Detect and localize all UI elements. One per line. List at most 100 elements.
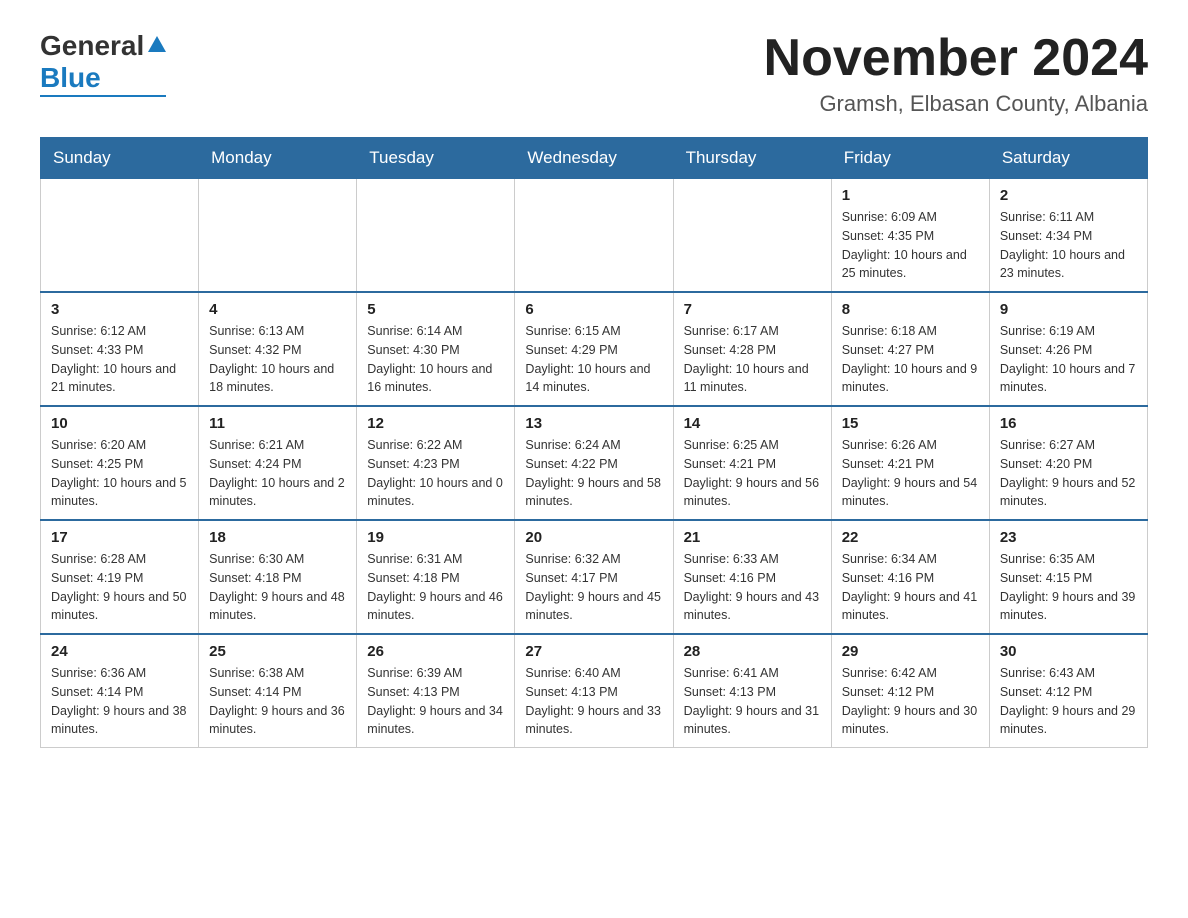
- calendar-cell-2-1: 3 Sunrise: 6:12 AMSunset: 4:33 PMDaylight…: [41, 292, 199, 406]
- day-info: Sunrise: 6:42 AMSunset: 4:12 PMDaylight:…: [842, 664, 979, 739]
- calendar-table: Sunday Monday Tuesday Wednesday Thursday…: [40, 137, 1148, 748]
- calendar-cell-5-7: 30Sunrise: 6:43 AMSunset: 4:12 PMDayligh…: [989, 634, 1147, 748]
- day-info: Sunrise: 6:24 AMSunset: 4:22 PMDaylight:…: [525, 436, 662, 511]
- calendar-cell-1-7: 2 Sunrise: 6:11 AMSunset: 4:34 PMDaylight…: [989, 179, 1147, 293]
- page-header: General Blue November 2024 Gramsh, Elbas…: [40, 30, 1148, 117]
- page-subtitle: Gramsh, Elbasan County, Albania: [764, 91, 1148, 117]
- logo-blue-text: Blue: [40, 62, 101, 94]
- day-number: 27: [525, 643, 662, 660]
- calendar-cell-3-2: 11 Sunrise: 6:21 AMSunset: 4:24 PMDayligh…: [199, 406, 357, 520]
- col-wednesday: Wednesday: [515, 138, 673, 179]
- calendar-cell-1-1: [41, 179, 199, 293]
- calendar-week-1: 1 Sunrise: 6:09 AMSunset: 4:35 PMDaylight…: [41, 179, 1148, 293]
- day-number: 18: [209, 529, 346, 546]
- day-number: 26: [367, 643, 504, 660]
- logo: General Blue: [40, 30, 166, 97]
- calendar-cell-5-5: 28 Sunrise: 6:41 AMSunset: 4:13 PMDayligh…: [673, 634, 831, 748]
- day-info: Sunrise: 6:19 AMSunset: 4:26 PMDaylight:…: [1000, 322, 1137, 397]
- calendar-cell-5-3: 26 Sunrise: 6:39 AMSunset: 4:13 PMDayligh…: [357, 634, 515, 748]
- col-sunday: Sunday: [41, 138, 199, 179]
- day-number: 15: [842, 415, 979, 432]
- calendar-cell-4-4: 20 Sunrise: 6:32 AMSunset: 4:17 PMDayligh…: [515, 520, 673, 634]
- calendar-cell-1-5: [673, 179, 831, 293]
- calendar-cell-1-6: 1 Sunrise: 6:09 AMSunset: 4:35 PMDaylight…: [831, 179, 989, 293]
- col-friday: Friday: [831, 138, 989, 179]
- day-info: Sunrise: 6:22 AMSunset: 4:23 PMDaylight:…: [367, 436, 504, 511]
- calendar-cell-3-5: 14Sunrise: 6:25 AMSunset: 4:21 PMDayligh…: [673, 406, 831, 520]
- calendar-cell-5-1: 24 Sunrise: 6:36 AMSunset: 4:14 PMDayligh…: [41, 634, 199, 748]
- day-info: Sunrise: 6:14 AMSunset: 4:30 PMDaylight:…: [367, 322, 504, 397]
- calendar-cell-2-7: 9Sunrise: 6:19 AMSunset: 4:26 PMDaylight…: [989, 292, 1147, 406]
- day-number: 24: [51, 643, 188, 660]
- calendar-cell-3-6: 15Sunrise: 6:26 AMSunset: 4:21 PMDayligh…: [831, 406, 989, 520]
- day-info: Sunrise: 6:18 AMSunset: 4:27 PMDaylight:…: [842, 322, 979, 397]
- day-info: Sunrise: 6:38 AMSunset: 4:14 PMDaylight:…: [209, 664, 346, 739]
- day-number: 13: [525, 415, 662, 432]
- col-saturday: Saturday: [989, 138, 1147, 179]
- day-info: Sunrise: 6:20 AMSunset: 4:25 PMDaylight:…: [51, 436, 188, 511]
- day-info: Sunrise: 6:27 AMSunset: 4:20 PMDaylight:…: [1000, 436, 1137, 511]
- day-number: 16: [1000, 415, 1137, 432]
- day-info: Sunrise: 6:34 AMSunset: 4:16 PMDaylight:…: [842, 550, 979, 625]
- day-info: Sunrise: 6:39 AMSunset: 4:13 PMDaylight:…: [367, 664, 504, 739]
- day-number: 23: [1000, 529, 1137, 546]
- day-number: 25: [209, 643, 346, 660]
- day-number: 3: [51, 301, 188, 318]
- day-number: 12: [367, 415, 504, 432]
- day-info: Sunrise: 6:35 AMSunset: 4:15 PMDaylight:…: [1000, 550, 1137, 625]
- day-info: Sunrise: 6:13 AMSunset: 4:32 PMDaylight:…: [209, 322, 346, 397]
- day-info: Sunrise: 6:36 AMSunset: 4:14 PMDaylight:…: [51, 664, 188, 739]
- logo-underline: [40, 95, 166, 97]
- calendar-cell-1-2: [199, 179, 357, 293]
- day-number: 1: [842, 187, 979, 204]
- page-title: November 2024: [764, 30, 1148, 87]
- title-area: November 2024 Gramsh, Elbasan County, Al…: [764, 30, 1148, 117]
- col-tuesday: Tuesday: [357, 138, 515, 179]
- calendar-cell-3-4: 13 Sunrise: 6:24 AMSunset: 4:22 PMDayligh…: [515, 406, 673, 520]
- day-number: 29: [842, 643, 979, 660]
- calendar-week-4: 17Sunrise: 6:28 AMSunset: 4:19 PMDayligh…: [41, 520, 1148, 634]
- day-number: 22: [842, 529, 979, 546]
- calendar-cell-4-6: 22 Sunrise: 6:34 AMSunset: 4:16 PMDayligh…: [831, 520, 989, 634]
- calendar-cell-4-1: 17Sunrise: 6:28 AMSunset: 4:19 PMDayligh…: [41, 520, 199, 634]
- calendar-cell-2-4: 6Sunrise: 6:15 AMSunset: 4:29 PMDaylight…: [515, 292, 673, 406]
- day-info: Sunrise: 6:31 AMSunset: 4:18 PMDaylight:…: [367, 550, 504, 625]
- day-number: 20: [525, 529, 662, 546]
- calendar-week-5: 24 Sunrise: 6:36 AMSunset: 4:14 PMDayligh…: [41, 634, 1148, 748]
- day-number: 19: [367, 529, 504, 546]
- day-number: 28: [684, 643, 821, 660]
- day-number: 21: [684, 529, 821, 546]
- day-number: 10: [51, 415, 188, 432]
- calendar-cell-2-2: 4 Sunrise: 6:13 AMSunset: 4:32 PMDaylight…: [199, 292, 357, 406]
- day-number: 6: [525, 301, 662, 318]
- day-info: Sunrise: 6:28 AMSunset: 4:19 PMDaylight:…: [51, 550, 188, 625]
- day-info: Sunrise: 6:30 AMSunset: 4:18 PMDaylight:…: [209, 550, 346, 625]
- logo-general-text: General: [40, 30, 144, 62]
- day-number: 2: [1000, 187, 1137, 204]
- calendar-cell-2-3: 5Sunrise: 6:14 AMSunset: 4:30 PMDaylight…: [357, 292, 515, 406]
- calendar-header-row: Sunday Monday Tuesday Wednesday Thursday…: [41, 138, 1148, 179]
- day-number: 11: [209, 415, 346, 432]
- col-thursday: Thursday: [673, 138, 831, 179]
- day-info: Sunrise: 6:21 AMSunset: 4:24 PMDaylight:…: [209, 436, 346, 511]
- day-info: Sunrise: 6:43 AMSunset: 4:12 PMDaylight:…: [1000, 664, 1137, 739]
- day-info: Sunrise: 6:09 AMSunset: 4:35 PMDaylight:…: [842, 208, 979, 283]
- calendar-cell-5-6: 29 Sunrise: 6:42 AMSunset: 4:12 PMDayligh…: [831, 634, 989, 748]
- day-info: Sunrise: 6:12 AMSunset: 4:33 PMDaylight:…: [51, 322, 188, 397]
- day-info: Sunrise: 6:25 AMSunset: 4:21 PMDaylight:…: [684, 436, 821, 511]
- calendar-week-3: 10 Sunrise: 6:20 AMSunset: 4:25 PMDayligh…: [41, 406, 1148, 520]
- logo-triangle-icon: [148, 36, 166, 52]
- calendar-cell-3-7: 16 Sunrise: 6:27 AMSunset: 4:20 PMDayligh…: [989, 406, 1147, 520]
- calendar-cell-4-5: 21 Sunrise: 6:33 AMSunset: 4:16 PMDayligh…: [673, 520, 831, 634]
- day-info: Sunrise: 6:11 AMSunset: 4:34 PMDaylight:…: [1000, 208, 1137, 283]
- calendar-cell-1-3: [357, 179, 515, 293]
- calendar-cell-4-7: 23 Sunrise: 6:35 AMSunset: 4:15 PMDayligh…: [989, 520, 1147, 634]
- day-number: 4: [209, 301, 346, 318]
- day-info: Sunrise: 6:40 AMSunset: 4:13 PMDaylight:…: [525, 664, 662, 739]
- col-monday: Monday: [199, 138, 357, 179]
- day-info: Sunrise: 6:33 AMSunset: 4:16 PMDaylight:…: [684, 550, 821, 625]
- calendar-cell-4-2: 18 Sunrise: 6:30 AMSunset: 4:18 PMDayligh…: [199, 520, 357, 634]
- day-info: Sunrise: 6:41 AMSunset: 4:13 PMDaylight:…: [684, 664, 821, 739]
- day-info: Sunrise: 6:32 AMSunset: 4:17 PMDaylight:…: [525, 550, 662, 625]
- calendar-cell-1-4: [515, 179, 673, 293]
